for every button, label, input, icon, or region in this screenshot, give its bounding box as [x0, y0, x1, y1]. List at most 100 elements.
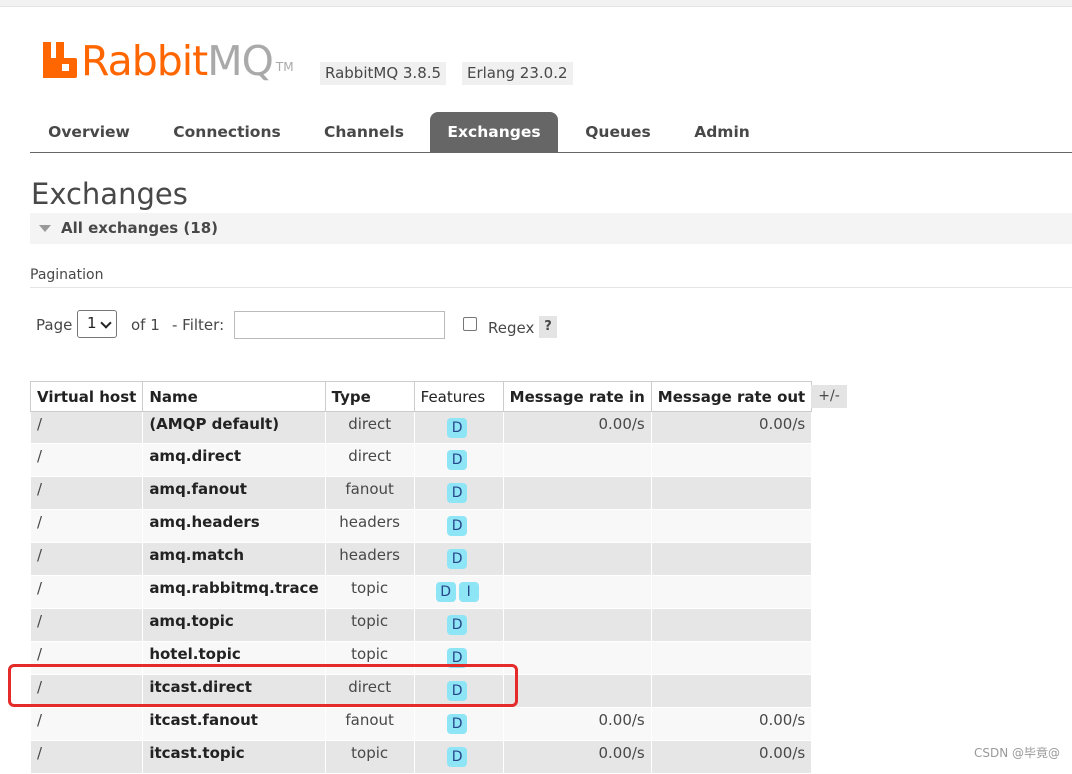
exchange-name-link[interactable]: itcast.topic: [142, 740, 326, 774]
page-count-label: of 1: [131, 316, 160, 334]
rate-out-cell: [650, 542, 813, 576]
vhost-cell: /: [29, 542, 144, 576]
features-cell: D: [413, 707, 504, 741]
table-row: / amq.rabbitmq.trace topic DI: [29, 575, 813, 609]
rate-out-cell: 0.00/s: [650, 740, 813, 774]
rabbitmq-logo[interactable]: RabbitMQ TM: [43, 38, 294, 84]
table-row: / itcast.topic topic D 0.00/s 0.00/s: [29, 740, 813, 774]
rabbitmq-version-badge: RabbitMQ 3.8.5: [320, 62, 447, 85]
durable-badge: D: [447, 418, 468, 438]
vhost-cell: /: [29, 740, 144, 774]
rate-in-cell: 0.00/s: [502, 707, 652, 741]
col-message-rate-in[interactable]: Message rate in: [502, 381, 652, 412]
durable-badge: D: [447, 450, 468, 470]
vhost-cell: /: [29, 443, 144, 477]
vhost-cell: /: [29, 575, 144, 609]
features-cell: D: [413, 443, 504, 477]
rate-in-cell: [502, 443, 652, 477]
table-header-row: Virtual host Name Type Features Message …: [29, 381, 813, 412]
pagination-heading: Pagination: [30, 267, 104, 283]
page-select[interactable]: 1: [77, 310, 117, 338]
rate-in-cell: [502, 542, 652, 576]
internal-badge: I: [458, 582, 479, 602]
exchange-name-link[interactable]: amq.match: [142, 542, 326, 576]
highlight-annotation: [8, 664, 518, 707]
page-title: Exchanges: [31, 177, 188, 211]
type-cell: direct: [324, 411, 415, 444]
regex-help-button[interactable]: ?: [539, 316, 557, 338]
exchange-name-link[interactable]: amq.topic: [142, 608, 326, 642]
features-cell: D: [413, 509, 504, 543]
browser-top-strip: [0, 0, 1072, 7]
rate-out-cell: [650, 674, 813, 708]
rate-in-cell: [502, 509, 652, 543]
erlang-version-badge: Erlang 23.0.2: [462, 62, 573, 85]
durable-badge: D: [447, 483, 468, 503]
vhost-cell: /: [29, 707, 144, 741]
features-cell: D: [413, 542, 504, 576]
tab-admin[interactable]: Admin: [686, 112, 758, 152]
features-cell: D: [413, 740, 504, 774]
vhost-cell: /: [29, 509, 144, 543]
table-row: / amq.match headers D: [29, 542, 813, 576]
logo-wordmark: RabbitMQ: [81, 37, 274, 85]
chevron-down-icon: [100, 317, 112, 329]
exchange-name-link[interactable]: amq.fanout: [142, 476, 326, 510]
section-title: All exchanges (18): [61, 219, 218, 237]
all-exchanges-section-toggle[interactable]: All exchanges (18): [30, 213, 1072, 244]
tab-channels[interactable]: Channels: [314, 112, 414, 152]
exchange-name-link[interactable]: (AMQP default): [142, 411, 326, 444]
exchange-name-link[interactable]: amq.headers: [142, 509, 326, 543]
rate-in-cell: 0.00/s: [502, 740, 652, 774]
table-row: / itcast.fanout fanout D 0.00/s 0.00/s: [29, 707, 813, 741]
rate-in-cell: [502, 641, 652, 675]
col-type[interactable]: Type: [324, 381, 415, 412]
table-row: / amq.headers headers D: [29, 509, 813, 543]
tab-overview[interactable]: Overview: [38, 112, 140, 152]
vhost-cell: /: [29, 608, 144, 642]
logo-rabbit: Rabbit: [81, 37, 208, 85]
tab-exchanges[interactable]: Exchanges: [430, 112, 558, 152]
col-virtual-host[interactable]: Virtual host: [29, 381, 144, 412]
regex-label: Regex: [488, 319, 535, 337]
rabbitmq-logo-icon: [43, 42, 77, 78]
rate-in-cell: [502, 575, 652, 609]
exchange-name-link[interactable]: amq.rabbitmq.trace: [142, 575, 326, 609]
filter-input[interactable]: [234, 311, 445, 339]
page-select-value: 1: [87, 314, 97, 332]
tab-queues[interactable]: Queues: [576, 112, 660, 152]
col-message-rate-out[interactable]: Message rate out: [650, 381, 813, 412]
features-cell: D: [413, 608, 504, 642]
columns-toggle-button[interactable]: +/-: [811, 385, 847, 408]
vhost-cell: /: [29, 411, 144, 444]
rate-in-cell: [502, 608, 652, 642]
type-cell: topic: [324, 740, 415, 774]
exchange-name-link[interactable]: amq.direct: [142, 443, 326, 477]
tab-connections[interactable]: Connections: [164, 112, 290, 152]
rate-out-cell: [650, 476, 813, 510]
rate-out-cell: [650, 575, 813, 609]
regex-checkbox[interactable]: [463, 317, 477, 331]
main-nav-tabs: Overview Connections Channels Exchanges …: [30, 112, 1072, 153]
exchanges-table-body: / (AMQP default) direct D 0.00/s 0.00/s …: [29, 411, 813, 774]
rate-out-cell: [650, 443, 813, 477]
durable-badge: D: [435, 582, 456, 602]
page-label: Page: [36, 316, 73, 334]
pagination-divider: [30, 287, 1072, 288]
durable-badge: D: [447, 549, 468, 569]
type-cell: topic: [324, 608, 415, 642]
rate-out-cell: 0.00/s: [650, 707, 813, 741]
logo-tm: TM: [275, 60, 294, 74]
rate-out-cell: 0.00/s: [650, 411, 813, 444]
features-cell: DI: [413, 575, 504, 609]
rate-in-cell: [502, 476, 652, 510]
type-cell: headers: [324, 509, 415, 543]
table-row: / amq.fanout fanout D: [29, 476, 813, 510]
watermark: CSDN @毕竟@: [974, 746, 1061, 760]
exchange-name-link[interactable]: itcast.fanout: [142, 707, 326, 741]
features-cell: D: [413, 476, 504, 510]
filter-label: - Filter:: [172, 316, 225, 334]
vhost-cell: /: [29, 476, 144, 510]
features-cell: D: [413, 411, 504, 444]
col-name[interactable]: Name: [142, 381, 326, 412]
